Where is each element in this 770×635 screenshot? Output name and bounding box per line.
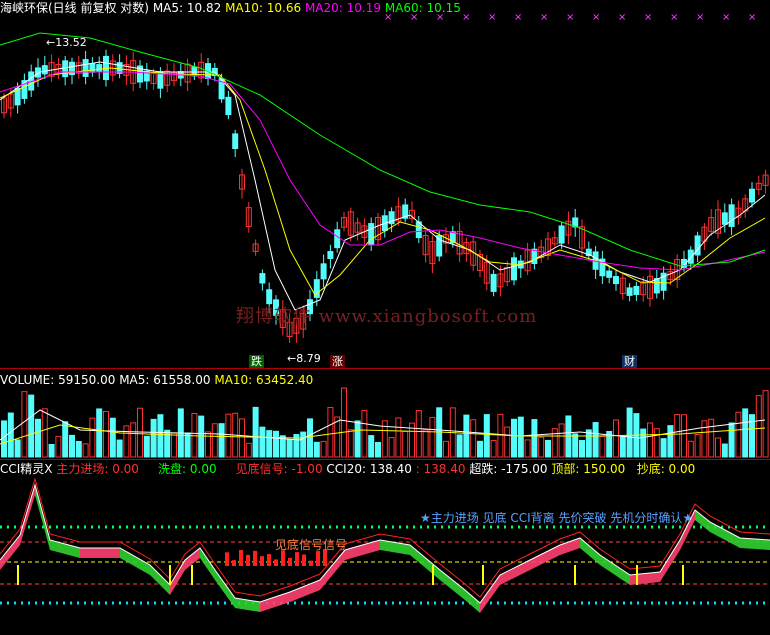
stock-title: 海峡环保(日线 前复权 对数): [0, 1, 149, 15]
ma60-value: MA60: 10.15: [384, 1, 461, 15]
ma20-value: MA20: 10.19: [304, 1, 381, 15]
tag-financial[interactable]: 财: [622, 355, 637, 368]
indicator-title: CCI精灵X: [0, 462, 53, 476]
bottom-signal-bar: [253, 550, 257, 566]
low-arrow-icon: ←: [287, 352, 297, 365]
cci20-value: CCI20: 138.40: [326, 462, 412, 476]
cci-fill-segment: [695, 510, 710, 532]
volume-legend: VOLUME: 59150.00 MA5: 61558.00 MA10: 634…: [0, 373, 313, 387]
bottom-signal-bar: [267, 554, 271, 566]
cci-fill-segment: [290, 580, 320, 602]
top-value: 顶部: 150.00: [551, 462, 626, 476]
low-price-label: ←8.79: [287, 352, 321, 365]
bottom-signal-bar: [260, 556, 264, 566]
ma10-value: MA10: 10.66: [225, 1, 302, 15]
bottom-signal-bar: [274, 559, 278, 566]
cci-fill-segment: [50, 540, 80, 558]
bottom-signal-value: 见底信号: -1.00: [235, 462, 323, 476]
bottom-signal-bar: [225, 552, 229, 566]
indicator-legend: CCI精灵X 主力进场: 0.00 洗盘: 0.00 见底信号: -1.00 C…: [0, 462, 695, 476]
bottom-signal-bar: [316, 551, 320, 566]
bottom-signal-bar: [232, 560, 236, 566]
bottom-signal-bar: [302, 554, 306, 566]
tag-rise[interactable]: 涨: [330, 355, 345, 368]
bottom-signal-bar: [246, 554, 250, 566]
cci-fill-segment: [80, 548, 120, 558]
cci-dup-value: : 138.40: [415, 462, 466, 476]
volume-value: VOLUME: 59150.00: [0, 373, 116, 387]
bottom-signal-bar: [281, 550, 285, 566]
wash-value: 洗盘: 0.00: [158, 462, 217, 476]
vol-ma5-value: MA5: 61558.00: [119, 373, 211, 387]
cci-fill-segment: [170, 560, 185, 595]
main-force-value: 主力进场: 0.00: [56, 462, 139, 476]
cci-fill-segment: [0, 535, 20, 570]
bottom-signal-bar: [288, 557, 292, 566]
ma5-value: MA5: 10.82: [152, 1, 222, 15]
indicator-annotation: ★主力进场 见底 CCI背离 先价突破 先机分时确认★: [420, 511, 694, 525]
bottom-signal-bar: [239, 550, 243, 566]
bottom-signal-bar: [295, 552, 299, 566]
bottom-signal-annotation: 见底信号信号: [275, 538, 348, 552]
watermark: 翔博软件 www.xiangbosoft.com: [236, 306, 538, 327]
bottom-signal-bar: [309, 560, 313, 566]
bottom-fishing-value: 抄底: 0.00: [636, 462, 696, 476]
stock-chart-window: × × × × × × × × × × × × × × × 海峡环保(日线 前复权 对数) MA5: 10.…: [0, 0, 770, 635]
high-price-label: ←13.52: [46, 36, 87, 49]
high-arrow-icon: ←: [46, 36, 56, 49]
vol-ma10-value: MA10: 63452.40: [214, 373, 314, 387]
tag-fall[interactable]: 跌: [249, 355, 264, 368]
price-legend: 海峡环保(日线 前复权 对数) MA5: 10.82 MA10: 10.66 M…: [0, 1, 461, 15]
cci-fill-segment: [560, 538, 580, 555]
cci-fill-segment: [120, 548, 150, 575]
oversold-value: 超跌: -175.00: [469, 462, 548, 476]
